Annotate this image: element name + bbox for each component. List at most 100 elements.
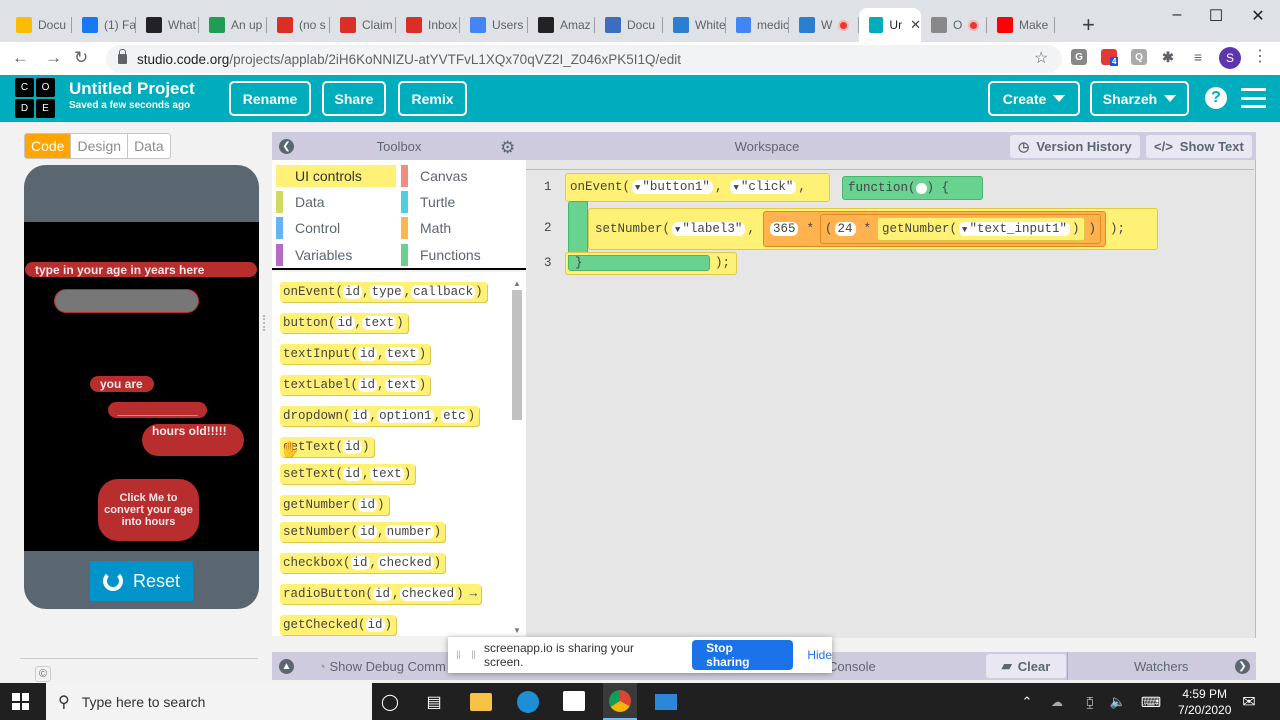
code-org-logo[interactable]: C O D E <box>15 78 55 118</box>
palette-block-settext[interactable]: setText(id, text) <box>280 464 416 484</box>
set-number-block[interactable]: setNumber( ▼ "label3", 365 * ( 24 * getNu… <box>588 208 1158 250</box>
user-dropdown[interactable]: Sharzeh <box>1090 81 1189 116</box>
category-control[interactable]: Control <box>276 217 340 239</box>
category-ui-controls[interactable]: UI controls <box>276 165 396 187</box>
hamburger-menu-icon[interactable] <box>1241 88 1266 108</box>
palette-block-checkbox[interactable]: checkbox(id, checked) <box>280 553 446 573</box>
palette-block-dropdown[interactable]: dropdown(id, option1, etc) <box>280 406 480 426</box>
taskbar-search[interactable]: ⚲ Type here to search <box>46 683 372 720</box>
onedrive-icon[interactable]: ☁ <box>1046 691 1068 713</box>
code-mode-tab[interactable]: Code <box>25 134 71 158</box>
palette-block-setnumber[interactable]: setNumber(id, number) <box>280 522 446 542</box>
browser-tab[interactable]: White <box>663 8 726 42</box>
browser-tab[interactable]: Inbox <box>396 8 460 42</box>
category-math[interactable]: Math <box>401 217 451 239</box>
palette-scrollbar[interactable] <box>512 290 522 420</box>
event-id-dropdown[interactable]: ▼ "button1" <box>632 180 713 194</box>
category-data[interactable]: Data <box>276 191 325 213</box>
browser-tab[interactable]: Amaz <box>528 8 595 42</box>
help-icon[interactable]: ? <box>1205 87 1227 109</box>
event-type-dropdown[interactable]: ▼ "click" <box>730 180 797 194</box>
browser-tab[interactable]: Ur ✕ <box>859 8 921 42</box>
bookmark-star-icon[interactable]: ☆ <box>1034 48 1048 68</box>
browser-tab[interactable]: medic <box>726 8 789 42</box>
scroll-down-icon[interactable]: ▼ <box>513 626 521 635</box>
browser-tab[interactable]: Make <box>987 8 1055 42</box>
palette-block-button[interactable]: button(id, text) <box>280 313 408 333</box>
browser-tab[interactable]: O <box>921 8 987 42</box>
palette-block-onevent[interactable]: onEvent(id, type, callback) <box>280 282 487 302</box>
show-hidden-icons[interactable]: ⌃ <box>1016 691 1038 713</box>
label-id-dropdown[interactable]: ▼ "label3" <box>672 222 746 236</box>
store-icon[interactable] <box>563 691 585 711</box>
palette-block-textlabel[interactable]: textLabel(id, text) <box>280 375 431 395</box>
maximize-button[interactable]: ☐ <box>1196 6 1236 26</box>
profile-avatar[interactable]: S <box>1219 47 1241 69</box>
browser-tab[interactable]: Users <box>460 8 528 42</box>
windows-start-icon[interactable] <box>12 693 29 710</box>
task-view-icon[interactable]: ▤ <box>423 691 445 713</box>
browser-menu-icon[interactable]: ⋮ <box>1252 46 1268 66</box>
rename-button[interactable]: Rename <box>229 81 311 116</box>
expand-watchers-icon[interactable]: ❯ <box>1235 659 1250 674</box>
chrome-taskbar-button[interactable] <box>603 683 637 720</box>
palette-block-radiobutton[interactable]: radioButton(id, checked) → <box>280 584 482 604</box>
category-turtle[interactable]: Turtle <box>401 191 455 213</box>
browser-tab[interactable]: Docu <box>595 8 663 42</box>
media-control-icon[interactable]: ≡ <box>1190 49 1206 65</box>
version-history-button[interactable]: ◷ Version History <box>1010 135 1140 158</box>
close-window-button[interactable]: ✕ <box>1238 6 1278 26</box>
back-icon[interactable]: ← <box>12 48 29 68</box>
show-debug-commands[interactable]: ◔ Show Debug Comm <box>318 659 446 674</box>
browser-tab[interactable]: What <box>136 8 199 42</box>
clear-button[interactable]: ▰ Clear <box>986 654 1066 678</box>
expand-debug-icon[interactable]: ▲ <box>279 659 294 674</box>
puzzle-extensions-icon[interactable]: ✱ <box>1160 49 1176 65</box>
collapse-toolbox-icon[interactable]: ❮ <box>279 139 294 154</box>
number-24[interactable]: 24 <box>834 222 856 236</box>
multiply-block[interactable]: 365 * ( 24 * getNumber( ▼ "text_input1") … <box>762 211 1107 247</box>
address-bar[interactable]: studio.code.org/projects/applab/2iH6KoNN… <box>106 45 1062 73</box>
palette-block-getnumber[interactable]: getNumber(id) <box>280 495 389 515</box>
system-clock[interactable]: 4:59 PM 7/20/2020 <box>1178 686 1231 718</box>
get-number-block[interactable]: getNumber( ▼ "text_input1") <box>877 217 1085 241</box>
close-tab-icon[interactable]: ✕ <box>910 17 921 33</box>
inner-multiply-block[interactable]: ( 24 * getNumber( ▼ "text_input1") ) <box>819 214 1102 244</box>
number-365[interactable]: 365 <box>769 222 799 236</box>
reset-button[interactable]: Reset <box>90 561 193 601</box>
volume-icon[interactable]: 🔈 <box>1107 691 1129 713</box>
convert-button[interactable]: Click Me to convert your age into hours <box>98 479 199 541</box>
reload-icon[interactable]: ↻ <box>74 48 88 68</box>
drag-handle-icon[interactable]: ‖ <box>471 648 476 662</box>
resize-handle[interactable] <box>263 315 267 331</box>
edge-icon[interactable] <box>517 691 539 713</box>
browser-tab[interactable]: (no s <box>267 8 330 42</box>
mail-icon[interactable] <box>655 694 677 710</box>
show-text-button[interactable]: </> Show Text <box>1146 135 1252 158</box>
scroll-up-icon[interactable]: ▲ <box>513 279 521 288</box>
browser-tab[interactable]: W <box>789 8 859 42</box>
drag-handle-icon[interactable]: ‖ <box>456 648 461 662</box>
category-functions[interactable]: Functions <box>401 244 481 266</box>
cortana-icon[interactable]: ◯ <box>379 691 401 713</box>
category-canvas[interactable]: Canvas <box>401 165 467 187</box>
input-id-dropdown[interactable]: ▼ "text_input1" <box>959 222 1070 236</box>
palette-block-textinput[interactable]: textInput(id, text) <box>280 344 431 364</box>
browser-tab[interactable]: (1) Fa <box>72 8 136 42</box>
keyboard-icon[interactable]: ⌨ <box>1140 691 1162 713</box>
design-mode-tab[interactable]: Design <box>70 134 128 158</box>
hide-button[interactable]: Hide <box>807 648 832 662</box>
new-tab-button[interactable]: + <box>1082 12 1095 38</box>
palette-block-getchecked[interactable]: getChecked(id) <box>280 615 397 635</box>
browser-tab[interactable]: Docu <box>6 8 72 42</box>
grammarly-extension-icon[interactable]: G <box>1071 49 1087 65</box>
copyright-icon[interactable]: © <box>35 666 51 682</box>
category-variables[interactable]: Variables <box>276 244 352 266</box>
forward-icon[interactable]: → <box>45 48 62 68</box>
parameter-slot[interactable] <box>915 182 927 194</box>
browser-tab[interactable]: Claim <box>330 8 396 42</box>
recorder-extension-icon[interactable]: 4 <box>1101 49 1119 66</box>
minimize-button[interactable]: – <box>1157 6 1197 24</box>
share-button[interactable]: Share <box>322 81 386 116</box>
remix-button[interactable]: Remix <box>398 81 467 116</box>
